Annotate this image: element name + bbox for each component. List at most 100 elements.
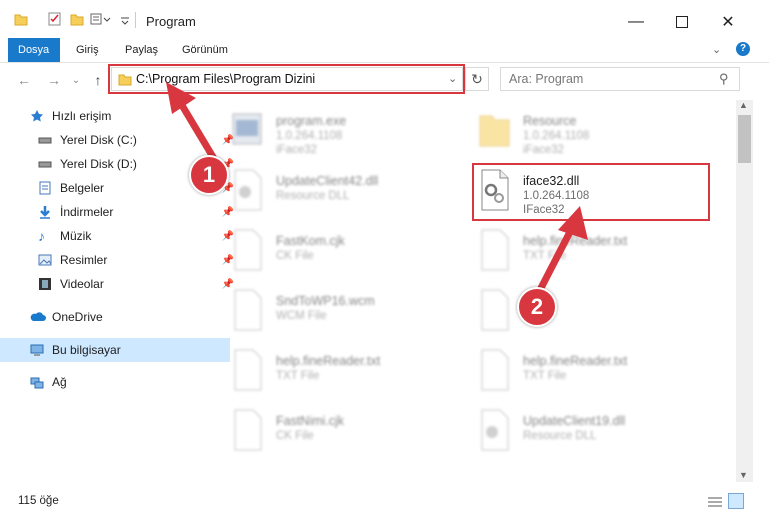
file-type: Resource DLL — [276, 190, 350, 202]
file-name: help.fineReader.txt — [276, 354, 381, 368]
folder-icon — [14, 12, 28, 26]
text-file-icon — [477, 348, 511, 392]
file-item[interactable]: help.fineReader.txt TXT File — [230, 348, 470, 404]
folder-item[interactable]: Resource 1.0.264.1108 iFace32 — [477, 108, 717, 164]
sidebar-item-network[interactable]: Ağ — [0, 370, 230, 394]
drive-icon — [38, 133, 52, 147]
file-name: help.fineReader.txt — [523, 354, 628, 368]
blank-file-icon — [230, 288, 264, 332]
refresh-icon: ↻ — [471, 70, 483, 87]
star-icon — [30, 109, 44, 123]
music-note-icon: ♪ — [38, 228, 45, 244]
blank-file-icon — [477, 288, 511, 332]
file-item[interactable]: UpdateClient19.dll Resource DLL — [477, 408, 717, 464]
step-badge-1: 1 — [189, 155, 229, 195]
file-item[interactable]: UpdateClient42.dll Resource DLL — [230, 168, 470, 224]
file-type: Resource DLL — [523, 430, 597, 442]
tab-share[interactable]: Paylaş — [115, 38, 168, 62]
file-item[interactable]: SndToWP16.wcm WCM File — [230, 288, 470, 344]
file-name: FastKom.cjk — [276, 234, 345, 248]
step-badge-2: 2 — [517, 287, 557, 327]
search-input[interactable]: Ara: Program ⚲ — [500, 67, 740, 91]
tab-home[interactable]: Giriş — [66, 38, 109, 62]
sidebar-item-label: Ağ — [52, 375, 67, 389]
file-type: TXT File — [523, 370, 567, 382]
search-icon: ⚲ — [719, 71, 729, 86]
film-icon — [38, 277, 52, 291]
recent-locations-icon[interactable]: ⌄ — [66, 70, 86, 90]
file-item[interactable]: FastNimi.cjk CK File — [230, 408, 470, 464]
item-count: 115 öğe — [18, 495, 59, 507]
blank-file-icon — [230, 408, 264, 452]
tab-file[interactable]: Dosya — [8, 38, 60, 62]
file-name: UpdateClient42.dll — [276, 174, 379, 188]
quick-access-toolbar-icon[interactable] — [90, 12, 111, 26]
back-arrow-icon[interactable]: ← — [14, 70, 34, 90]
new-folder-icon[interactable] — [70, 12, 84, 26]
file-name: UpdateClient19.dll — [523, 414, 626, 428]
refresh-button[interactable]: ↻ — [465, 67, 489, 91]
maximize-icon — [676, 16, 688, 28]
computer-icon — [30, 343, 44, 357]
dll-file-icon — [477, 408, 511, 452]
download-arrow-icon — [38, 205, 52, 219]
sidebar-item-onedrive[interactable]: OneDrive — [0, 305, 230, 329]
text-file-icon — [477, 228, 511, 272]
expand-ribbon-icon[interactable]: ⌄ — [712, 43, 721, 56]
properties-icon[interactable] — [48, 12, 62, 26]
minimize-button[interactable]: — — [613, 8, 659, 36]
tab-view[interactable]: Görünüm — [172, 38, 238, 62]
title-bar: Program — ✕ — [0, 0, 769, 38]
sidebar-item-label: Yerel Disk (C:) — [60, 133, 137, 147]
sidebar-item-label: Resimler — [60, 253, 108, 267]
large-icons-view-icon[interactable] — [728, 493, 744, 509]
file-version: 1.0.264.1108 — [276, 130, 343, 142]
pictures-icon — [38, 253, 52, 267]
close-button[interactable]: ✕ — [705, 8, 751, 36]
file-description: iFace32 — [276, 144, 317, 156]
customize-toolbar-icon[interactable] — [120, 12, 134, 26]
sidebar-item-label: İndirmeler — [60, 205, 114, 219]
close-icon: ✕ — [721, 14, 735, 31]
file-name: program.exe — [276, 114, 347, 128]
network-icon — [30, 375, 44, 389]
file-list: program.exe 1.0.264.1108 iFace32 Resourc… — [202, 102, 736, 482]
sidebar-item-label: Müzik — [60, 229, 92, 243]
file-type: CK File — [276, 430, 314, 442]
window-title: Program — [146, 14, 196, 29]
sidebar-item-this-pc[interactable]: Bu bilgisayar — [0, 338, 230, 362]
ribbon: Dosya Giriş Paylaş Görünüm ⌄ ? — [0, 38, 769, 63]
forward-arrow-icon[interactable]: → — [44, 70, 64, 90]
file-item[interactable]: FastKom.cjk CK File — [230, 228, 470, 284]
file-name: SndToWP16.wcm — [276, 294, 375, 308]
file-version: 1.0.264.1108 — [523, 130, 590, 142]
file-type: WCM File — [276, 310, 327, 322]
text-file-icon — [230, 348, 264, 392]
minimize-icon: — — [628, 13, 644, 30]
cloud-icon — [30, 310, 46, 324]
sidebar-item-label: Bu bilgisayar — [52, 343, 121, 357]
scrollbar-thumb[interactable] — [738, 115, 751, 163]
sidebar-item-label: OneDrive — [52, 310, 103, 324]
file-name: FastNimi.cjk — [276, 414, 345, 428]
folder-icon — [477, 108, 511, 152]
maximize-button[interactable] — [659, 8, 705, 36]
scroll-down-icon[interactable]: ▼ — [739, 470, 748, 480]
drive-icon — [38, 157, 52, 171]
help-icon[interactable]: ? — [736, 42, 750, 56]
file-item[interactable]: help.fineReader.txt TXT File — [477, 348, 717, 404]
search-placeholder: Ara: Program — [509, 72, 584, 86]
file-name: Resource — [523, 114, 577, 128]
sidebar-item-label: Yerel Disk (D:) — [60, 157, 137, 171]
sidebar-item-label: Videolar — [60, 277, 104, 291]
file-type: CK File — [276, 250, 314, 262]
documents-icon — [38, 181, 52, 195]
details-view-icon[interactable] — [707, 495, 723, 512]
file-type: TXT File — [276, 370, 320, 382]
sidebar-item-label: Hızlı erişim — [52, 109, 112, 123]
scroll-up-icon[interactable]: ▲ — [739, 100, 748, 110]
file-item[interactable]: program.exe 1.0.264.1108 iFace32 — [230, 108, 470, 164]
up-arrow-icon[interactable]: ↑ — [88, 70, 108, 90]
status-bar: 115 öğe — [0, 486, 769, 529]
blank-file-icon — [230, 228, 264, 272]
